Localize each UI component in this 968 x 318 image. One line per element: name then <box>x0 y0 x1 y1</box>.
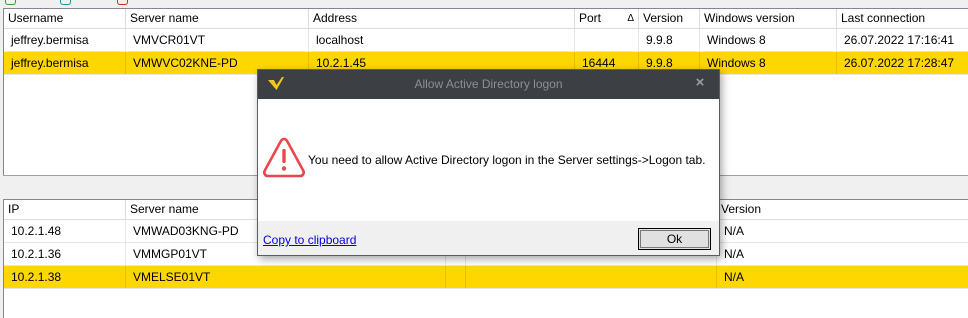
warning-triangle-icon <box>262 137 306 178</box>
cell-username: jeffrey.bermisa <box>4 52 126 74</box>
cell-version: N/A <box>724 224 745 238</box>
col-port-header[interactable]: Port Δ <box>575 9 639 28</box>
cell-version: N/A <box>724 247 745 261</box>
cell-windows-version: Windows 8 <box>700 52 837 74</box>
dialog-title: Allow Active Directory logon <box>414 77 563 91</box>
col-windows-version-header[interactable]: Windows version <box>700 9 837 28</box>
col-version-header[interactable]: Version <box>717 200 968 219</box>
cell-windows-version: Windows 8 <box>700 29 837 51</box>
cell-ip: 10.2.1.38 <box>4 266 126 288</box>
close-icon[interactable]: × <box>693 73 707 93</box>
cell-version: 9.9.8 <box>639 29 700 51</box>
dialog-message: You need to allow Active Directory logon… <box>308 153 706 167</box>
cell-ip: 10.2.1.36 <box>4 243 126 265</box>
app-window: Username Server name Address Port Δ Vers… <box>0 0 968 318</box>
toolbar <box>0 0 968 8</box>
col-version-header[interactable]: Version <box>639 9 700 28</box>
col-address-header[interactable]: Address <box>309 9 575 28</box>
col-ip-header[interactable]: IP <box>4 200 126 219</box>
dialog-titlebar[interactable]: Allow Active Directory logon × <box>258 70 719 99</box>
ad-logon-dialog: Allow Active Directory logon × You need … <box>257 69 720 256</box>
sessions-grid-header: Username Server name Address Port Δ Vers… <box>4 9 968 29</box>
cell-last-connection: 26.07.2022 17:28:47 <box>844 56 955 70</box>
cell-blank <box>446 266 466 288</box>
col-last-connection-header[interactable]: Last connection <box>837 9 968 28</box>
cell-server-name: VMVCR01VT <box>126 29 309 51</box>
table-row[interactable]: jeffrey.bermisa VMVCR01VT localhost 9.9.… <box>4 29 968 52</box>
col-port-label: Port <box>579 11 602 25</box>
dialog-body: You need to allow Active Directory logon… <box>258 99 719 221</box>
cell-server-name: VMELSE01VT <box>126 266 446 288</box>
toolbar-teal-icon[interactable] <box>60 0 71 5</box>
sort-ascending-icon: Δ <box>627 13 634 24</box>
cell-last-connection: 26.07.2022 17:16:41 <box>844 33 955 47</box>
copy-to-clipboard-link[interactable]: Copy to clipboard <box>263 233 356 247</box>
cell-username: jeffrey.bermisa <box>4 29 126 51</box>
col-server-name-header[interactable]: Server name <box>126 9 309 28</box>
table-row-selected[interactable]: 10.2.1.38 VMELSE01VT N/A <box>4 266 968 289</box>
col-username-header[interactable]: Username <box>4 9 126 28</box>
cell-port <box>575 29 639 51</box>
cell-ip: 10.2.1.48 <box>4 220 126 242</box>
ok-button[interactable]: Ok <box>638 228 711 250</box>
cell-blank-2 <box>466 266 717 288</box>
toolbar-red-icon[interactable] <box>117 0 128 5</box>
cell-version: N/A <box>724 270 745 284</box>
toolbar-green-icon[interactable] <box>5 0 16 5</box>
dialog-footer: Copy to clipboard Ok <box>258 221 719 255</box>
cell-address: localhost <box>309 29 575 51</box>
